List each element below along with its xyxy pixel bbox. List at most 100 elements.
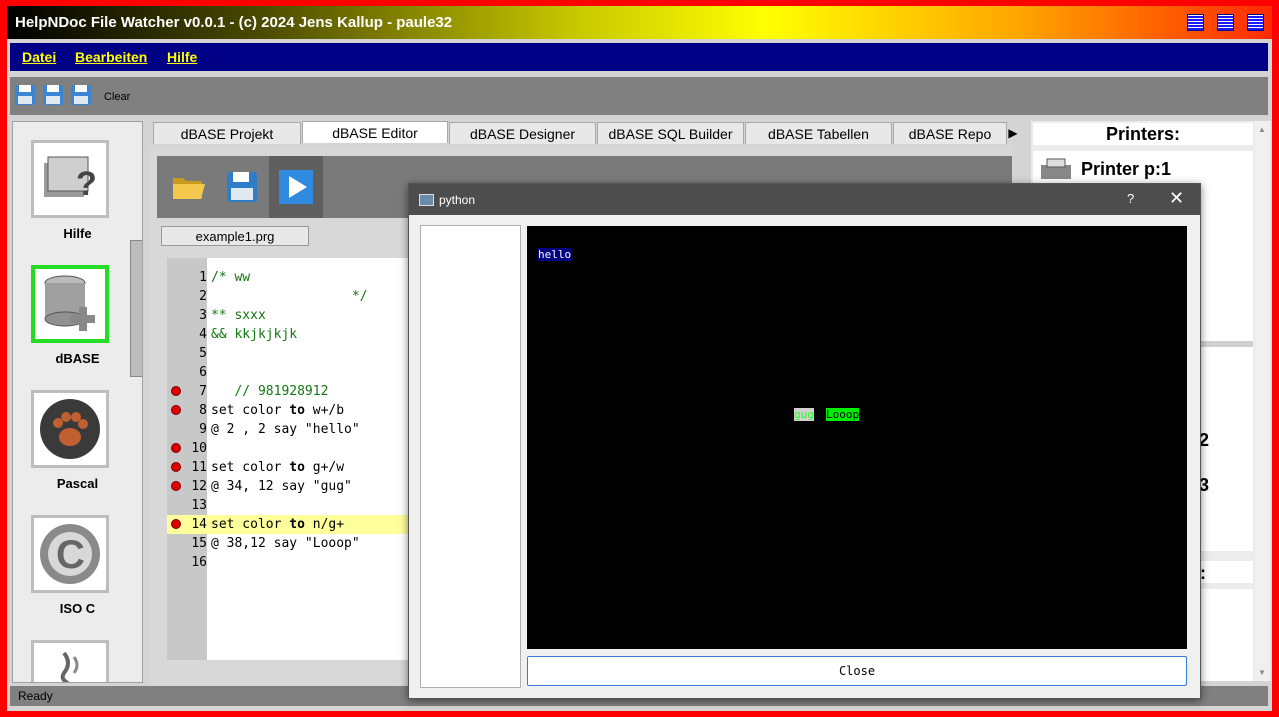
breakpoint-icon[interactable] (171, 405, 181, 415)
sidebar-item-pascal[interactable] (31, 390, 109, 468)
tab-dbase-editor[interactable]: dBASE Editor (302, 121, 448, 143)
save-icon[interactable] (14, 84, 36, 106)
file-tab-example1[interactable]: example1.prg (161, 226, 309, 246)
code-text: /* ww (211, 270, 251, 285)
help-book-icon: ? (44, 156, 97, 203)
breakpoint-icon[interactable] (171, 519, 181, 529)
code-line[interactable]: 8 set color to w+/b (167, 401, 412, 420)
sidebar-label-pascal: Pascal (56, 476, 99, 491)
save-all-icon[interactable] (42, 84, 64, 106)
database-icon (44, 275, 95, 331)
line-number: 2 (199, 289, 207, 304)
python-dialog: python ? ✕ hello gug Looop Close (408, 183, 1201, 699)
c-language-icon: C (40, 524, 100, 584)
sidebar-scrollbar[interactable] (130, 240, 142, 377)
open-folder-button[interactable] (161, 156, 215, 218)
code-line[interactable]: 1 /* ww (167, 268, 412, 287)
tab-dbase-report[interactable]: dBASE Repo (893, 122, 1007, 144)
close-button[interactable]: Close (527, 656, 1187, 686)
terminal-text-gug: gug (794, 408, 814, 421)
tab-dbase-projekt[interactable]: dBASE Projekt (153, 122, 301, 144)
code-text: @ 2 , 2 say "hello" (211, 422, 360, 437)
sidebar-item-hilfe[interactable]: ? (31, 140, 109, 218)
play-icon (279, 170, 313, 204)
code-text: ** sxxx (211, 308, 266, 323)
line-number: 5 (199, 346, 207, 361)
close-icon[interactable]: ✕ (1169, 188, 1184, 209)
code-text: @ 34, 12 say "gug" (211, 479, 352, 494)
printer-item[interactable]: Printer p:1 (1081, 159, 1171, 180)
code-text: @ 38,12 say "Looop" (211, 536, 360, 551)
code-line[interactable]: 15 @ 38,12 say "Looop" (167, 534, 412, 553)
main-toolbar: Clear (10, 77, 1268, 115)
code-line[interactable]: 10 (167, 439, 412, 458)
code-text: && kkjkjkjk (211, 327, 298, 342)
dialog-side-panel (420, 225, 521, 688)
keyword: to (289, 517, 305, 532)
breakpoint-icon[interactable] (171, 481, 181, 491)
breakpoint-icon[interactable] (171, 443, 181, 453)
line-number: 4 (199, 327, 207, 342)
code-text: set color to w+/b (211, 403, 345, 418)
line-number: 3 (199, 308, 207, 323)
code-line[interactable]: 3 ** sxxx (167, 306, 412, 325)
terminal-text-hello: hello (538, 248, 572, 261)
sidebar-item-iso-c[interactable]: C (31, 515, 109, 593)
code-line[interactable]: 2 */ (167, 287, 412, 306)
right-scrollbar[interactable]: ▲ ▼ (1255, 121, 1269, 681)
sidebar-item-dbase[interactable] (31, 265, 109, 343)
python-window-icon (419, 194, 434, 206)
breakpoint-icon[interactable] (171, 462, 181, 472)
code-line[interactable]: 12 @ 34, 12 say "gug" (167, 477, 412, 496)
help-button[interactable]: ? (1127, 191, 1134, 206)
code-line[interactable]: 9 @ 2 , 2 say "hello" (167, 420, 412, 439)
sidebar-item-java[interactable] (31, 640, 109, 682)
tab-scroll-right-arrow[interactable]: ▶ (1007, 123, 1019, 143)
sidebar-label-dbase: dBASE (55, 351, 100, 366)
code-line[interactable]: 4 && kkjkjkjk (167, 325, 412, 344)
code-line[interactable]: 7 // 981928912 (167, 382, 412, 401)
dialog-title: python (439, 193, 476, 207)
line-number: 6 (199, 365, 207, 380)
terminal-output: hello gug Looop (527, 226, 1187, 649)
maximize-button[interactable] (1217, 14, 1234, 31)
menu-datei[interactable]: Datei (22, 49, 56, 65)
run-button[interactable] (269, 156, 323, 218)
keyword: to (289, 403, 305, 418)
svg-text:?: ? (76, 165, 97, 203)
sidebar-label-iso-c: ISO C (59, 601, 96, 616)
title-bar: HelpNDoc File Watcher v0.0.1 - (c) 2024 … (7, 6, 1272, 39)
code-line[interactable]: 5 (167, 344, 412, 363)
printer-icon (1041, 158, 1071, 179)
breakpoint-icon[interactable] (171, 386, 181, 396)
line-number: 1 (199, 270, 207, 285)
status-text: Ready (18, 689, 53, 703)
code-text: set color to n/g+ (211, 517, 345, 532)
clear-button[interactable]: Clear (104, 91, 130, 103)
folder-open-icon (173, 178, 205, 199)
line-number: 9 (199, 422, 207, 437)
code-line[interactable]: 6 (167, 363, 412, 382)
save-as-icon[interactable] (70, 84, 92, 106)
menu-bearbeiten[interactable]: Bearbeiten (75, 49, 147, 65)
tab-dbase-tabellen[interactable]: dBASE Tabellen (745, 122, 892, 144)
java-icon (60, 651, 79, 682)
code-line[interactable]: 11 set color to g+/w (167, 458, 412, 477)
terminal-text-looop: Looop (826, 408, 860, 421)
save-file-button[interactable] (215, 156, 269, 218)
code-line[interactable]: 14 set color to n/g+ (167, 515, 412, 534)
minimize-button[interactable] (1187, 14, 1204, 31)
window-title: HelpNDoc File Watcher v0.0.1 - (c) 2024 … (15, 14, 453, 31)
code-text: // 981928912 (211, 384, 329, 399)
menu-hilfe[interactable]: Hilfe (167, 49, 197, 65)
code-line[interactable]: 13 (167, 496, 412, 515)
keyword: to (289, 460, 305, 475)
code-editor[interactable]: 1 /* ww 2 */ 3 ** sxxx 4 && kkjkjkjk 5 6 7 // 981… (167, 258, 412, 660)
tab-dbase-sql-builder[interactable]: dBASE SQL Builder (597, 122, 744, 144)
printers-title: Printers: (1033, 123, 1253, 145)
code-text: */ (211, 289, 368, 304)
tab-dbase-designer[interactable]: dBASE Designer (449, 122, 596, 144)
dialog-title-bar: python ? ✕ (409, 184, 1200, 215)
code-line[interactable]: 16 (167, 553, 412, 572)
close-window-button[interactable] (1247, 14, 1264, 31)
